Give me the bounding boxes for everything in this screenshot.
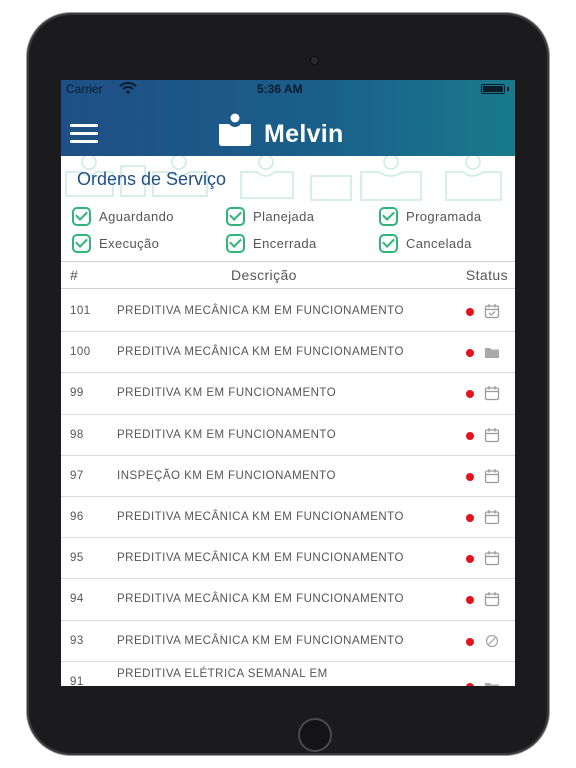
wifi-icon <box>119 82 137 94</box>
column-description-header: Descrição <box>231 267 297 283</box>
home-button[interactable] <box>298 718 332 752</box>
column-status-header: Status <box>465 267 508 283</box>
checkbox-checked-icon[interactable] <box>226 206 245 226</box>
order-number: 97 <box>70 469 84 482</box>
filter-label: Encerrada <box>253 235 317 251</box>
cancelled-icon <box>484 633 500 649</box>
table-row[interactable]: 93 PREDITIVA MECÂNICA KM EM FUNCIONAMENTO <box>61 621 515 662</box>
order-number: 101 <box>70 305 91 317</box>
status-dot-icon <box>466 472 474 481</box>
table-row[interactable]: 101 PREDITIVA MECÂNICA KM EM FUNCIONAMENT… <box>61 291 515 333</box>
column-number-header: # <box>70 267 78 283</box>
order-description: PREDITIVA MECÂNICA KM EM FUNCIONAMENTO <box>117 305 404 317</box>
status-dot-icon <box>466 390 474 399</box>
filter-label: Programada <box>406 208 482 224</box>
status-dot-icon <box>466 349 474 358</box>
title-banner: Ordens de Serviço <box>61 156 515 202</box>
order-number: 93 <box>70 634 84 647</box>
calendar-check-icon <box>484 303 500 319</box>
calendar-icon <box>484 509 500 525</box>
filter-execucao[interactable]: Execução <box>72 232 159 254</box>
checkbox-checked-icon[interactable] <box>379 233 398 253</box>
filter-programada[interactable]: Programada <box>379 205 482 227</box>
battery-icon <box>481 84 505 94</box>
table-row[interactable]: 98 PREDITIVA KM EM FUNCIONAMENTO <box>61 415 515 456</box>
table-row[interactable]: 100 PREDITIVA MECÂNICA KM EM FUNCIONAMENT… <box>61 332 515 374</box>
order-number: 98 <box>70 428 84 441</box>
status-dot-icon <box>466 682 474 686</box>
order-description: PREDITIVA KM EM FUNCIONAMENTO <box>117 428 337 441</box>
table-row[interactable]: 97 INSPEÇÃO KM EM FUNCIONAMENTO <box>61 456 515 497</box>
app-screen: Carrier 5:36 AM Melvin Ordens de Serviço… <box>61 80 515 686</box>
calendar-icon <box>484 550 500 566</box>
order-number: 91 <box>70 675 84 686</box>
order-number: 94 <box>70 593 84 606</box>
carrier-label: Carrier <box>66 82 103 96</box>
status-filters: Aguardando Planejada Programada Execução… <box>61 202 515 260</box>
filter-encerrada[interactable]: Encerrada <box>226 232 317 254</box>
table-row[interactable]: 95 PREDITIVA MECÂNICA KM EM FUNCIONAMENTO <box>61 538 515 580</box>
filter-label: Execução <box>99 235 160 251</box>
filter-label: Aguardando <box>99 208 174 224</box>
filter-cancelada[interactable]: Cancelada <box>379 232 472 254</box>
table-row[interactable]: 91 PREDITIVA ELÉTRICA SEMANAL EM <box>61 662 515 686</box>
filter-planejada[interactable]: Planejada <box>226 205 314 227</box>
table-row[interactable]: 99 PREDITIVA KM EM FUNCIONAMENTO <box>61 373 515 415</box>
status-time: 5:36 AM <box>257 82 303 96</box>
order-description: PREDITIVA MECÂNICA KM EM FUNCIONAMENTO <box>117 593 404 606</box>
status-dot-icon <box>466 431 474 440</box>
melvin-logo-icon <box>219 113 251 146</box>
checkbox-checked-icon[interactable] <box>72 233 91 253</box>
status-bar: Carrier 5:36 AM <box>61 80 515 98</box>
calendar-icon <box>484 468 500 484</box>
order-description: PREDITIVA MECÂNICA KM EM FUNCIONAMENTO <box>117 510 404 523</box>
app-title: Melvin <box>264 120 344 148</box>
order-description: PREDITIVA MECÂNICA KM EM FUNCIONAMENTO <box>117 346 404 359</box>
folder-icon <box>484 679 500 686</box>
calendar-icon <box>484 591 500 607</box>
table-row[interactable]: 96 PREDITIVA MECÂNICA KM EM FUNCIONAMENTO <box>61 497 515 539</box>
service-order-list: 101 PREDITIVA MECÂNICA KM EM FUNCIONAMENT… <box>61 291 515 686</box>
calendar-icon <box>484 385 500 401</box>
checkbox-checked-icon[interactable] <box>226 233 245 253</box>
status-dot-icon <box>466 513 474 522</box>
order-number: 100 <box>70 346 91 359</box>
battery-tip <box>507 87 509 91</box>
filter-label: Cancelada <box>406 235 472 251</box>
page-title: Ordens de Serviço <box>77 169 227 189</box>
folder-icon <box>484 344 500 360</box>
order-description: PREDITIVA KM EM FUNCIONAMENTO <box>117 387 337 400</box>
table-header: # Descrição Status <box>61 261 515 289</box>
checkbox-checked-icon[interactable] <box>379 206 398 226</box>
app-header: Carrier 5:36 AM Melvin <box>61 80 515 156</box>
order-description: PREDITIVA MECÂNICA KM EM FUNCIONAMENTO <box>117 634 404 647</box>
order-description: INSPEÇÃO KM EM FUNCIONAMENTO <box>117 469 336 482</box>
calendar-icon <box>484 427 500 443</box>
order-number: 96 <box>70 510 84 523</box>
order-number: 95 <box>70 552 84 565</box>
checkbox-checked-icon[interactable] <box>72 206 91 226</box>
order-description: PREDITIVA ELÉTRICA SEMANAL EM <box>117 667 328 680</box>
status-dot-icon <box>466 596 474 605</box>
table-row[interactable]: 94 PREDITIVA MECÂNICA KM EM FUNCIONAMENTO <box>61 579 515 621</box>
order-description: PREDITIVA MECÂNICA KM EM FUNCIONAMENTO <box>117 552 404 565</box>
filter-label: Planejada <box>253 208 315 224</box>
front-camera <box>310 56 319 65</box>
hamburger-menu-icon[interactable] <box>70 124 98 144</box>
order-number: 99 <box>70 387 84 400</box>
status-dot-icon <box>466 308 474 316</box>
status-dot-icon <box>466 555 474 564</box>
status-dot-icon <box>466 637 474 646</box>
filter-aguardando[interactable]: Aguardando <box>72 205 174 227</box>
